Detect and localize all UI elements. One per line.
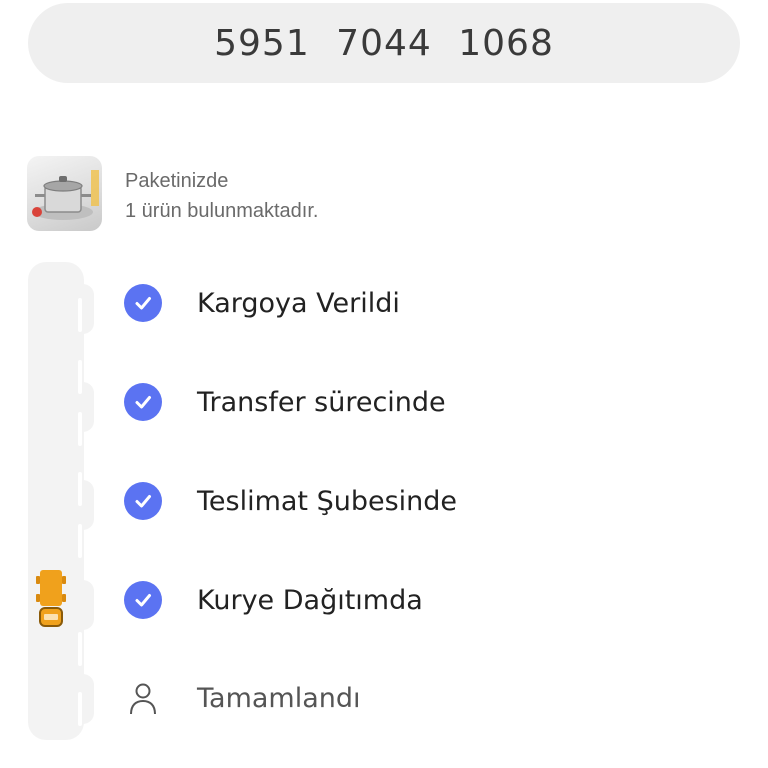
road-dash bbox=[78, 298, 82, 332]
check-icon bbox=[124, 482, 162, 520]
road-bump bbox=[72, 480, 94, 530]
delivery-road-track bbox=[28, 262, 94, 740]
status-step-branch: Teslimat Şubesinde bbox=[124, 481, 457, 521]
package-info-line2: 1 ürün bulunmaktadır. bbox=[125, 200, 319, 222]
road-dash bbox=[78, 692, 82, 726]
cookware-icon bbox=[32, 170, 99, 220]
road-bump bbox=[72, 580, 94, 630]
person-icon bbox=[130, 683, 156, 715]
package-info: Paketinizde 1 ürün bulunmaktadır. bbox=[125, 166, 318, 226]
tracking-number: 5951 7044 1068 bbox=[214, 22, 554, 64]
check-icon bbox=[124, 581, 162, 619]
status-step-shipped: Kargoya Verildi bbox=[124, 283, 400, 323]
product-thumbnail[interactable] bbox=[27, 156, 102, 231]
road-dash bbox=[78, 472, 82, 506]
road-dash bbox=[78, 360, 82, 394]
road-dash bbox=[78, 524, 82, 558]
road-dash bbox=[78, 412, 82, 446]
status-step-transfer: Transfer sürecinde bbox=[124, 382, 446, 422]
tracking-number-pill[interactable]: 5951 7044 1068 bbox=[28, 3, 740, 83]
status-step-completed: Tamamlandı bbox=[124, 678, 361, 718]
delivery-truck-icon bbox=[36, 570, 66, 627]
step-label: Transfer sürecinde bbox=[197, 386, 446, 418]
check-icon bbox=[124, 383, 162, 421]
step-label: Kargoya Verildi bbox=[197, 287, 400, 319]
status-step-courier: Kurye Dağıtımda bbox=[124, 580, 423, 620]
road-bump bbox=[72, 284, 94, 334]
package-info-line1: Paketinizde bbox=[125, 170, 229, 192]
step-label: Tamamlandı bbox=[197, 682, 361, 714]
step-label: Kurye Dağıtımda bbox=[197, 584, 423, 616]
check-icon bbox=[124, 284, 162, 322]
road-bump bbox=[72, 674, 94, 724]
road-dash bbox=[78, 632, 82, 666]
road-bump bbox=[72, 382, 94, 432]
step-label: Teslimat Şubesinde bbox=[197, 485, 458, 517]
